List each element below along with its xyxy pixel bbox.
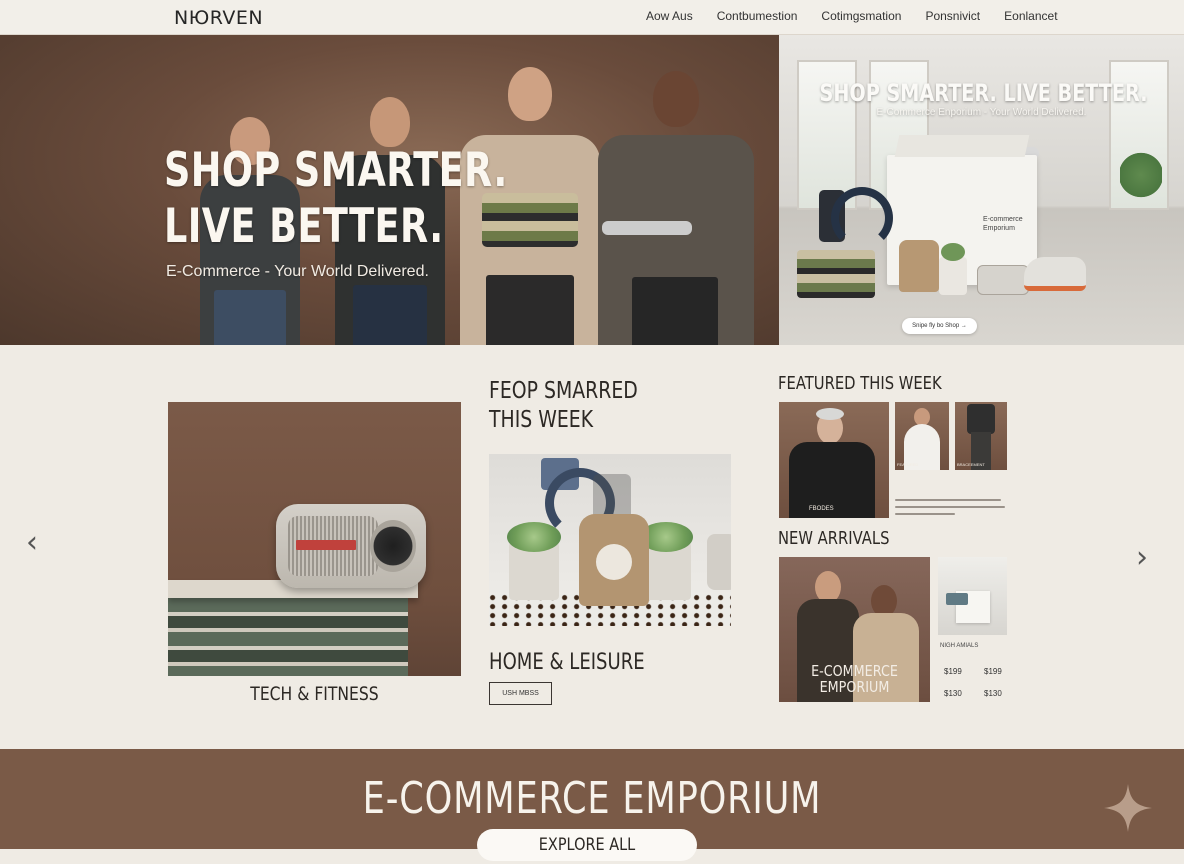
speaker: [276, 504, 426, 588]
featured-product-image[interactable]: FBODES: [779, 402, 889, 518]
home-leisure-button[interactable]: USH MBSS: [489, 682, 552, 705]
sneaker: [1024, 257, 1086, 291]
speaker: [707, 534, 731, 590]
week-heading: FEOP SMARRED THIS WEEK: [489, 377, 638, 435]
speaker: [977, 265, 1029, 295]
banner-title: E-COMMERCE EMPORIUM: [362, 773, 822, 824]
shop-cta-label: Snipe fly bo Shop: [912, 323, 960, 329]
new-arrivals-caption: E-COMMERCE EMPORIUM: [790, 663, 918, 695]
text-line: [895, 506, 1005, 508]
price: $199: [944, 667, 962, 676]
hero-title-line1: SHOP SMARTER.: [164, 143, 508, 198]
caption-line2: EMPORIUM: [819, 678, 890, 696]
explore-categories-button[interactable]: EXPLORE ALL CATEGORIES: [477, 829, 697, 861]
arrow-right-icon: →: [960, 323, 967, 329]
new-arrivals-heading: NEW ARRIVALS: [778, 528, 890, 549]
hero-title: SHOP SMARTER. LIVE BETTER.: [164, 143, 508, 255]
hero-products-image: SHOP SMARTER. LIVE BETTER. E-Commerce En…: [779, 35, 1184, 345]
explore-categories-label: EXPLORE ALL CATEGORIES: [538, 835, 636, 855]
price: $199: [984, 667, 1002, 676]
home-leisure-heading: HOME & LEISURE: [489, 650, 645, 675]
text-line: [895, 513, 955, 515]
week-heading-line2: THIS WEEK: [489, 407, 594, 433]
featured-small-label: FEATURED: [897, 462, 919, 467]
caption-line1: E-COMMERCE: [811, 662, 898, 680]
nav-item-3[interactable]: Cotimgsmation: [821, 9, 901, 23]
folded-clothes: [797, 250, 875, 298]
featured-product-image[interactable]: BRACEEMENT: [955, 402, 1007, 470]
text-line: [895, 499, 1001, 501]
books: [168, 598, 408, 676]
nav-item-1[interactable]: Aow Aus: [646, 9, 693, 23]
coffee-sack: [579, 514, 649, 606]
week-heading-line1: FEOP SMARRED: [489, 378, 638, 404]
new-product-label: NIGH AMIALS: [940, 643, 979, 649]
featured-heading: FEATURED THIS WEEK: [778, 373, 942, 394]
tech-fitness-image[interactable]: [168, 402, 461, 676]
model-figure: [598, 67, 754, 345]
chevron-right-icon[interactable]: ›: [1136, 543, 1148, 573]
hero-section: SHOP SMARTER. LIVE BETTER. E-Commerce - …: [0, 35, 1184, 345]
nav-item-2[interactable]: Contbumestion: [717, 9, 798, 23]
price: $130: [984, 689, 1002, 698]
hero-subtitle: E-Commerce - Your World Delivered.: [166, 263, 429, 280]
potted-plant: [939, 243, 967, 295]
coffee-bag: [899, 240, 939, 292]
hero-people-image: SHOP SMARTER. LIVE BETTER. E-Commerce - …: [0, 35, 779, 345]
featured-small-label: BRACEEMENT: [957, 462, 985, 467]
featured-label: FBODES: [809, 506, 834, 512]
box-brand-text: E-commerce Emporium: [983, 216, 1023, 232]
nav-links: Aow Aus Contbumestion Cotimgsmation Pons…: [646, 9, 1058, 23]
new-arrivals-image[interactable]: E-COMMERCE EMPORIUM: [779, 557, 930, 702]
shop-cta-button[interactable]: Snipe fly bo Shop →: [902, 318, 977, 334]
hero-right-subtitle: E-Commerce Enporium - Your World Deliver…: [876, 107, 1087, 118]
plant: [1120, 145, 1162, 225]
sparkle-icon: [1104, 784, 1152, 832]
tech-fitness-label[interactable]: TECH & FITNESS: [194, 683, 434, 705]
brand-logo[interactable]: NЮRVEN: [174, 7, 263, 29]
hero-title-line2: LIVE BETTER.: [164, 199, 444, 254]
featured-product-image[interactable]: FEATURED: [895, 402, 949, 470]
headphones: [831, 187, 893, 249]
home-leisure-image[interactable]: [489, 454, 731, 626]
chevron-left-icon[interactable]: ‹: [26, 528, 38, 558]
top-navigation: NЮRVEN Aow Aus Contbumestion Cotimgsmati…: [0, 0, 1184, 35]
succulent: [507, 522, 561, 552]
price: $130: [944, 689, 962, 698]
hero-right-title: SHOP SMARTER. LIVE BETTER.: [819, 79, 1148, 107]
nav-item-4[interactable]: Ponsnivict: [925, 9, 980, 23]
nav-item-5[interactable]: Eonlancet: [1004, 9, 1057, 23]
new-arrivals-product-image[interactable]: [938, 557, 1007, 635]
